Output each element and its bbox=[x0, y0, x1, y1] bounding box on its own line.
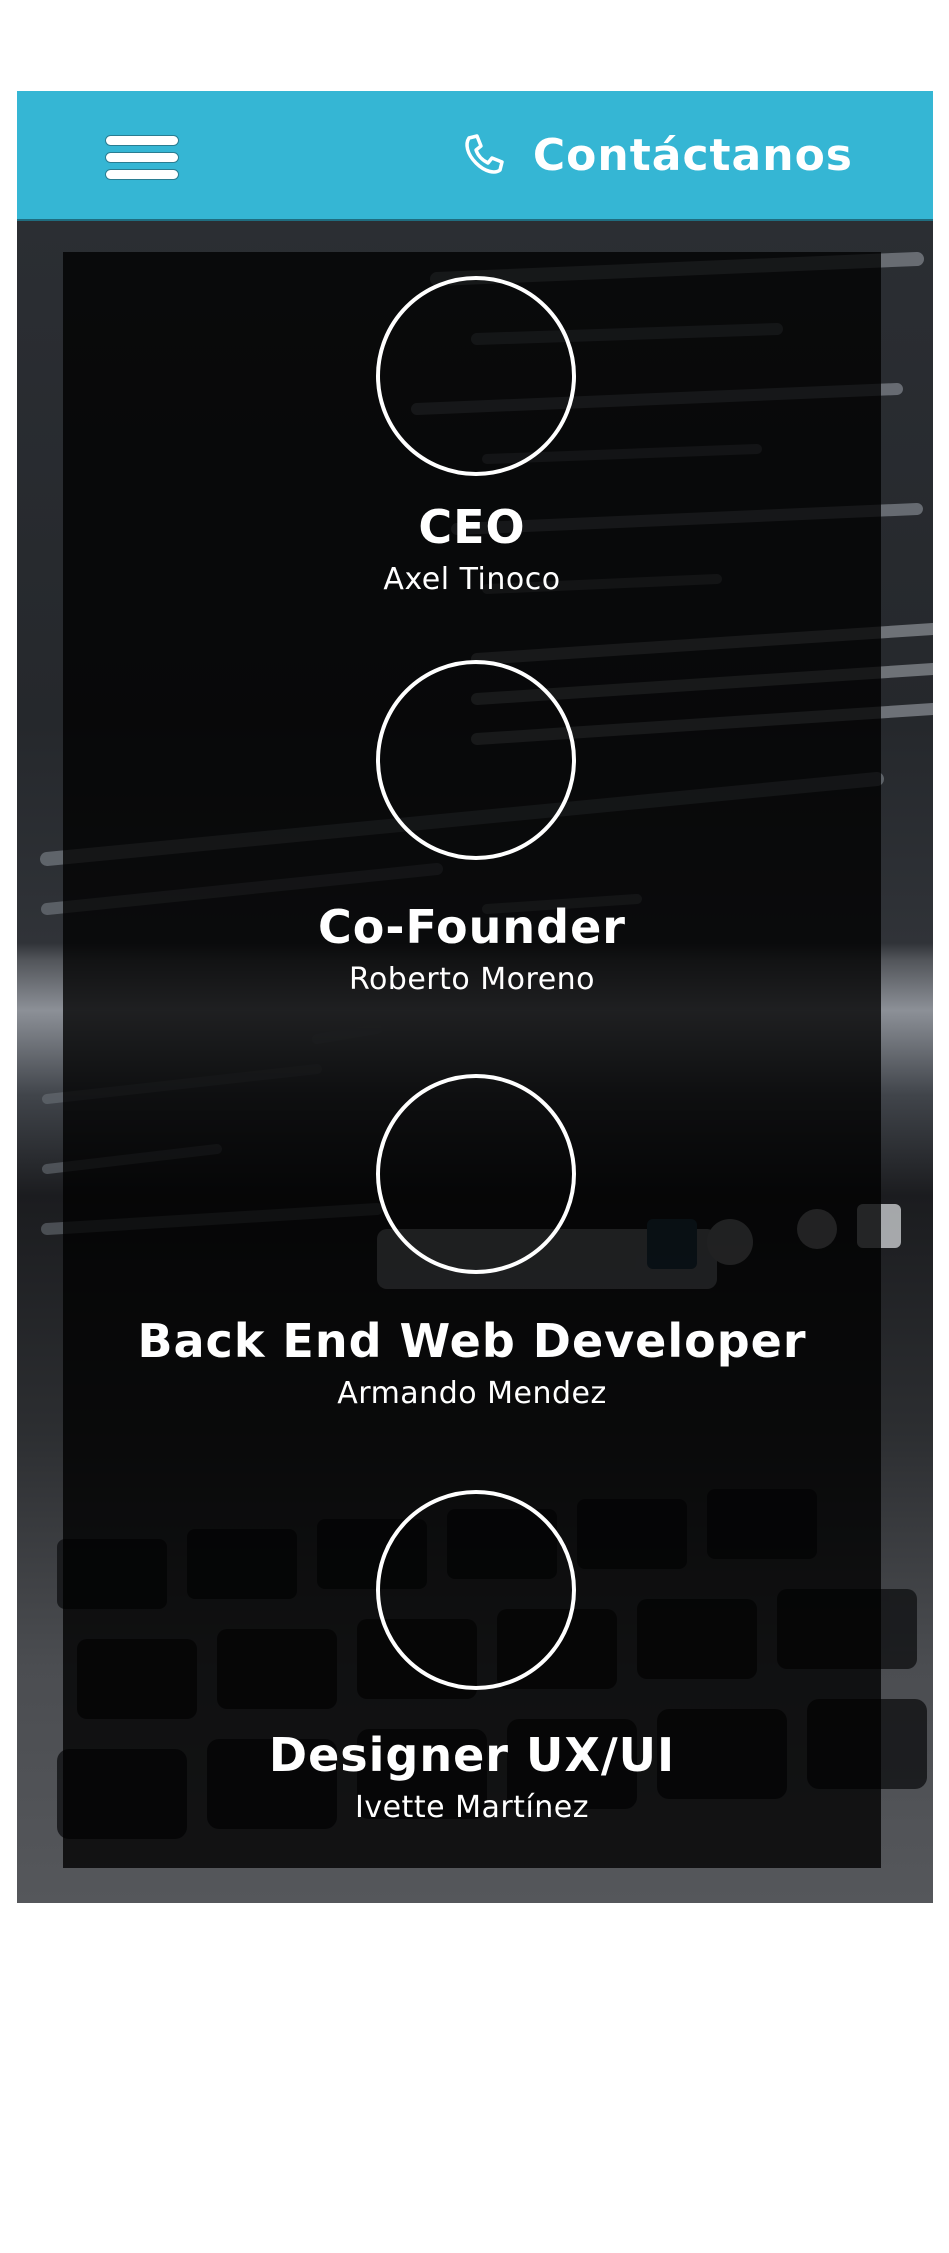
top-header: Contáctanos bbox=[17, 91, 933, 221]
member-name: Axel Tinoco bbox=[383, 562, 561, 597]
menu-bar-top bbox=[105, 135, 179, 146]
member-name: Roberto Moreno bbox=[348, 962, 596, 997]
contact-link[interactable]: Contáctanos bbox=[461, 125, 853, 185]
app-frame: Contáctanos CEO Axel Tinoco Co-Founder R… bbox=[17, 91, 933, 1903]
avatar bbox=[376, 1074, 576, 1274]
contact-label: Contáctanos bbox=[532, 129, 853, 181]
member-name: Armando Mendez bbox=[337, 1376, 607, 1411]
avatar bbox=[376, 1490, 576, 1690]
team-section: CEO Axel Tinoco Co-Founder Roberto Moren… bbox=[63, 252, 881, 1868]
avatar bbox=[376, 660, 576, 860]
avatar bbox=[376, 276, 576, 476]
member-name: Ivette Martínez bbox=[355, 1790, 589, 1825]
menu-bar-middle bbox=[105, 152, 179, 163]
member-role: Back End Web Developer bbox=[137, 1314, 807, 1368]
menu-bar-bottom bbox=[105, 169, 179, 180]
phone-handset-icon bbox=[461, 132, 507, 178]
member-role: Co-Founder bbox=[318, 900, 626, 954]
member-role: Designer UX/UI bbox=[268, 1728, 676, 1782]
hamburger-menu-icon[interactable] bbox=[105, 135, 181, 183]
member-role: CEO bbox=[418, 500, 526, 554]
